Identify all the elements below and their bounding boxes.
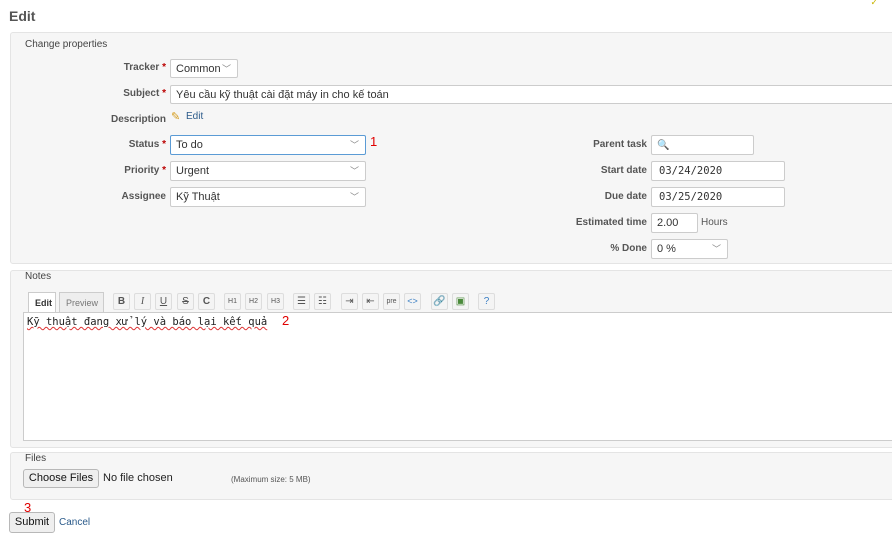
indent-right-icon[interactable]: ⇥: [341, 293, 358, 310]
code-button[interactable]: C: [198, 293, 215, 310]
cancel-link[interactable]: Cancel: [59, 517, 90, 528]
page-title: Edit: [9, 8, 36, 24]
done-label: % Done: [610, 243, 647, 254]
code-highlight-icon[interactable]: <>: [404, 293, 421, 310]
search-icon: 🔍: [657, 140, 670, 151]
estimated-time-input[interactable]: 2.00: [651, 213, 698, 233]
subject-input[interactable]: Yêu cầu kỹ thuật cài đặt máy in cho kế t…: [170, 85, 892, 104]
indent-left-icon[interactable]: ⇤: [362, 293, 379, 310]
link-icon[interactable]: 🔗: [431, 293, 448, 310]
pre-button[interactable]: pre: [383, 293, 400, 310]
parent-task-input[interactable]: 🔍: [651, 135, 754, 155]
chevron-down-icon: ﹀: [221, 64, 231, 74]
h2-button[interactable]: H2: [245, 293, 262, 310]
subject-label: Subject *: [123, 88, 166, 99]
priority-label: Priority *: [124, 165, 166, 176]
image-icon[interactable]: ▣: [452, 293, 469, 310]
strike-button[interactable]: S: [177, 293, 194, 310]
chevron-down-icon: ﹀: [349, 192, 359, 202]
chevron-down-icon: ﹀: [349, 166, 359, 176]
description-label: Description: [110, 114, 166, 125]
corner-decoration: ✓: [870, 0, 878, 7]
due-date-label: Due date: [604, 191, 647, 202]
assignee-select[interactable]: Kỹ Thuật ﹀: [170, 187, 366, 207]
due-date-input[interactable]: 03/25/2020: [651, 187, 785, 207]
files-legend: Files: [23, 453, 49, 464]
properties-legend: Change properties: [23, 39, 110, 50]
assignee-label: Assignee: [121, 191, 166, 202]
file-status: No file chosen: [103, 472, 173, 484]
max-size-note: (Maximum size: 5 MB): [231, 475, 311, 484]
italic-button[interactable]: I: [134, 293, 151, 310]
tab-preview[interactable]: Preview: [59, 292, 104, 312]
parent-task-label: Parent task: [593, 139, 647, 150]
h1-button[interactable]: H1: [224, 293, 241, 310]
choose-files-button[interactable]: Choose Files: [23, 469, 99, 488]
bold-button[interactable]: B: [113, 293, 130, 310]
status-label: Status *: [128, 139, 166, 150]
start-date-label: Start date: [600, 165, 647, 176]
underline-button[interactable]: U: [155, 293, 172, 310]
notes-text: Kỹ thuật đang xử lý và báo lại kết quả: [27, 316, 268, 328]
start-date-input[interactable]: 03/24/2020: [651, 161, 785, 181]
estimated-time-unit: Hours: [701, 217, 728, 228]
annotation-2: 2: [282, 313, 290, 328]
chevron-down-icon: ﹀: [711, 244, 721, 254]
h3-button[interactable]: H3: [267, 293, 284, 310]
description-edit-link[interactable]: Edit: [186, 111, 203, 122]
chevron-down-icon: ﹀: [349, 140, 359, 150]
tracker-select[interactable]: Common ﹀: [170, 59, 238, 78]
submit-button[interactable]: Submit: [9, 512, 55, 533]
priority-select[interactable]: Urgent ﹀: [170, 161, 366, 181]
tab-edit[interactable]: Edit: [28, 292, 56, 312]
notes-textarea[interactable]: Kỹ thuật đang xử lý và báo lại kết quả: [23, 312, 892, 441]
tracker-label: Tracker *: [123, 62, 166, 73]
bullet-list-icon[interactable]: ☰: [293, 293, 310, 310]
estimated-time-label: Estimated time: [575, 217, 647, 228]
status-select[interactable]: To do ﹀: [170, 135, 366, 155]
pencil-icon: ✎: [171, 111, 181, 123]
numbered-list-icon[interactable]: ☷: [314, 293, 331, 310]
notes-legend: Notes: [23, 271, 54, 282]
annotation-1: 1: [370, 134, 378, 149]
help-icon[interactable]: ?: [478, 293, 495, 310]
done-select[interactable]: 0 % ﹀: [651, 239, 728, 259]
